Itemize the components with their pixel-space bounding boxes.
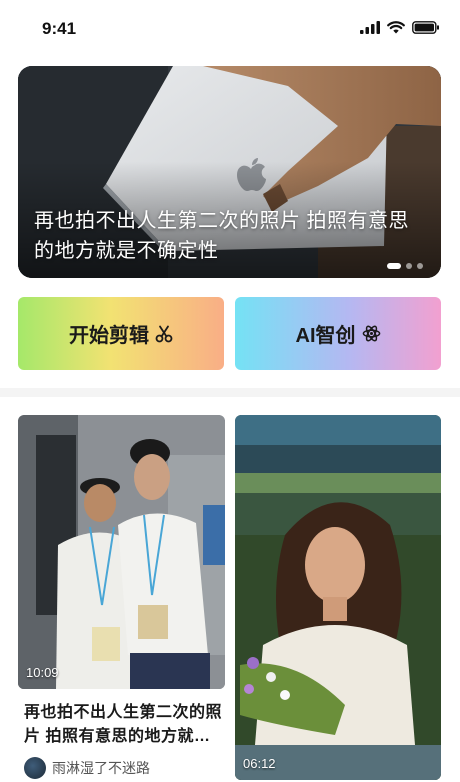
avatar[interactable] (24, 757, 46, 779)
video-duration: 06:12 (243, 756, 276, 771)
start-editing-button[interactable]: 开始剪辑 (18, 297, 224, 370)
video-title[interactable]: 再也拍不出人生第二次的照片 拍照有意思的地方就是不确定性 (24, 701, 224, 749)
scissors-icon (155, 325, 173, 342)
thumbnail-image (18, 415, 225, 689)
status-time: 9:41 (42, 19, 77, 38)
author-row[interactable]: 雨淋湿了不迷路 (24, 757, 225, 779)
start-editing-label: 开始剪辑 (69, 325, 149, 347)
carousel-dot-active[interactable] (387, 263, 401, 269)
banner-carousel[interactable]: 再也拍不出人生第二次的照片 拍照有意思的地方就是不确定性 (18, 66, 441, 278)
atom-icon (362, 325, 380, 342)
carousel-dot[interactable] (417, 263, 423, 269)
video-thumbnail[interactable]: 10:09 (18, 415, 225, 689)
battery-icon (412, 21, 439, 34)
wifi-icon (387, 21, 405, 34)
video-duration: 10:09 (26, 665, 59, 680)
section-divider (0, 388, 460, 397)
video-card[interactable]: 06:12 (235, 415, 441, 780)
author-name[interactable]: 雨淋湿了不迷路 (52, 758, 150, 778)
carousel-dot[interactable] (406, 263, 412, 269)
video-thumbnail[interactable]: 06:12 (235, 415, 441, 780)
thumbnail-image (235, 415, 441, 780)
banner-title: 再也拍不出人生第二次的照片 拍照有意思的地方就是不确定性 (34, 210, 410, 262)
ai-create-label: AI智创 (295, 325, 356, 347)
cellular-signal-icon (360, 21, 380, 34)
status-bar: 9:41 (0, 0, 460, 60)
carousel-indicator[interactable] (387, 263, 423, 269)
status-icons (360, 21, 440, 34)
ai-create-button[interactable]: AI智创 (235, 297, 441, 370)
video-card[interactable]: 10:09 再也拍不出人生第二次的照片 拍照有意思的地方就是不确定性 雨淋湿了不… (18, 415, 225, 779)
